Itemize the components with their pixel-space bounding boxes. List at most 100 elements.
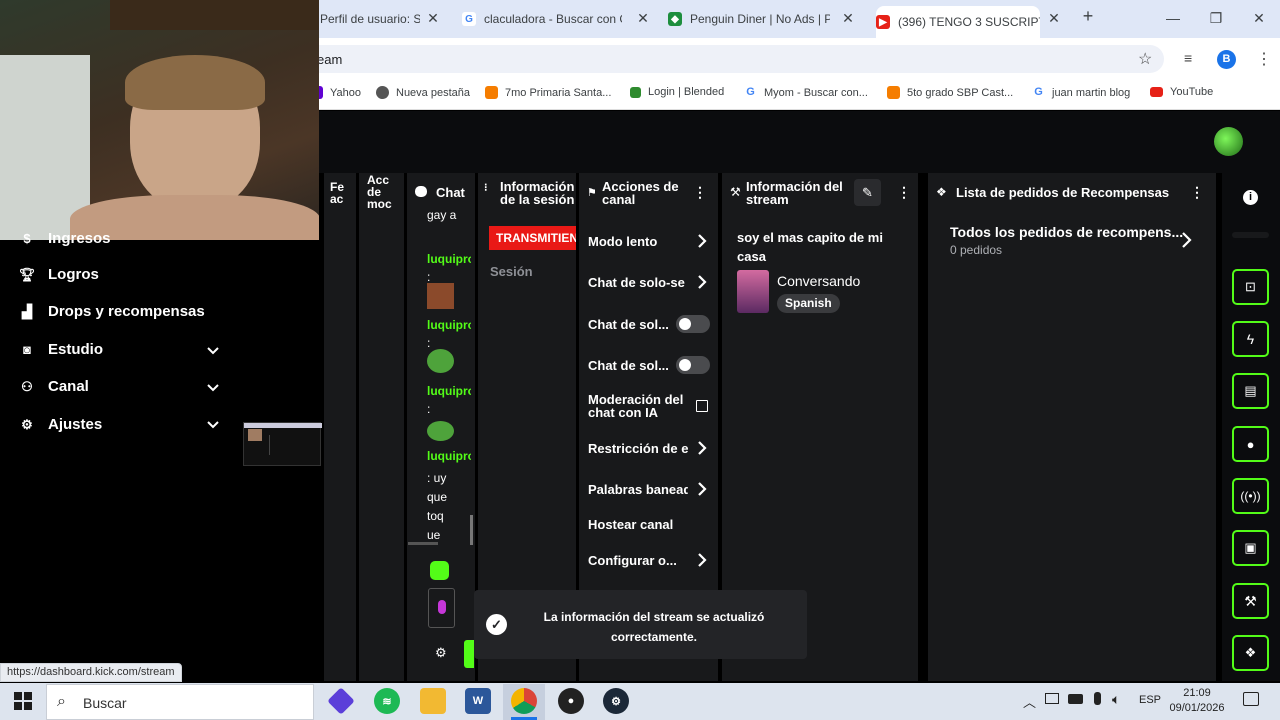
bookmark-new-tab[interactable]: Nueva pestaña [376,86,470,99]
bookmark-yahoo[interactable]: Yahoo [316,86,361,99]
panel-menu-icon[interactable]: ⋮ [1190,184,1204,201]
panel-drag-icon[interactable]: ⁝ [484,182,494,206]
external-link-icon[interactable] [696,400,708,412]
chevron-down-icon[interactable] [206,344,220,358]
tab-google-search[interactable]: G claculadora - Buscar con Go [462,6,622,32]
category-name[interactable]: Conversando [777,273,860,289]
action-configure[interactable]: Configurar o... [588,553,677,568]
tray-mic-icon[interactable] [1094,692,1101,705]
sidebar-item-drops[interactable]: ▟ Drops y recompensas [18,303,205,320]
close-tab-icon[interactable]: ✕ [636,11,650,25]
chevron-right-icon[interactable] [1180,232,1192,248]
tray-chevron-icon[interactable]: ︿ [1023,692,1036,711]
subs-only-toggle[interactable] [676,315,710,333]
taskbar-search-box[interactable]: ⌕ Buscar [46,684,314,720]
bookmark-7mo-primaria[interactable]: 7mo Primaria Santa... [485,86,611,99]
panel-menu-icon[interactable]: ⋮ [693,184,707,201]
rewards-item-title[interactable]: Todos los pedidos de recompens... [950,224,1183,240]
chrome-taskbar-active[interactable] [503,684,545,720]
panel-menu-icon[interactable]: ⋮ [897,184,911,201]
chevron-right-icon[interactable] [696,234,708,248]
chat-username[interactable]: luquipro [427,449,471,463]
close-window-icon[interactable]: ✕ [1252,11,1266,25]
tab-youtube-active[interactable]: ▶ (396) TENGO 3 SUSCRIPTOR [876,6,1040,38]
chevron-down-icon[interactable] [206,418,220,432]
word-icon[interactable]: W [465,688,491,714]
close-tab-icon[interactable]: ✕ [841,11,855,25]
chat-input-box[interactable] [428,588,455,628]
chevron-right-icon[interactable] [696,441,708,455]
panel-collapsed-2[interactable]: Acc de moc [359,173,404,681]
sidebar-item-ingresos[interactable]: $ Ingresos [18,230,110,246]
studio-icon: ◙ [23,342,31,357]
sidebar-item-logros[interactable]: 🏆︎ Logros [18,266,99,283]
rail-notes-button[interactable]: ▤ [1232,373,1269,409]
steam-icon[interactable]: ⚙ [603,688,629,714]
minimize-icon[interactable]: — [1166,11,1180,25]
file-explorer-icon[interactable] [420,688,446,714]
url-text: eam [317,52,343,67]
profile-avatar[interactable]: B [1217,50,1236,69]
action-slow-mode[interactable]: Modo lento [588,234,657,249]
close-tab-icon[interactable]: ✕ [426,11,440,25]
chat-username[interactable]: luquipro [427,252,471,266]
tray-display-icon[interactable] [1045,693,1059,704]
close-tab-icon[interactable]: ✕ [1047,11,1061,25]
bookmark-juan-martin[interactable]: Gjuan martin blog [1032,86,1130,99]
bookmark-blended[interactable]: Login | Blended [630,86,724,98]
star-icon[interactable]: ☆ [1138,49,1152,69]
rail-broadcast-button[interactable]: ((•)) [1232,478,1269,514]
user-avatar[interactable] [1214,127,1243,156]
obs-icon[interactable]: ● [558,688,584,714]
sidebar-item-ajustes[interactable]: ⚙ Ajustes [18,416,102,433]
info-icon[interactable]: i [1243,190,1258,205]
tray-volume-icon[interactable]: 🔈︎ [1112,691,1120,708]
send-button[interactable] [464,640,474,668]
action-ai-moderation[interactable]: Moderación del chat con IA [588,393,692,419]
new-tab-icon[interactable]: + [1081,7,1095,25]
chat-username[interactable]: luquipro [427,384,471,398]
chevron-right-icon[interactable] [696,553,708,567]
rail-layout-button[interactable]: ▣ [1232,530,1269,566]
tab-penguin-diner[interactable]: ◆ Penguin Diner | No Ads | Pla [668,6,830,32]
tray-clock[interactable]: 21:09 09/01/2026 [1168,686,1226,716]
chat-scrollbar[interactable] [470,515,473,545]
chevron-right-icon[interactable] [696,275,708,289]
bookmark-myom[interactable]: G Myom - Buscar con... [744,86,868,99]
gift-icon: ▟ [22,303,32,319]
omnibox[interactable]: eam [300,45,1164,73]
restore-icon[interactable]: ❐ [1209,11,1223,25]
category-thumbnail[interactable] [737,270,769,313]
action-followers-only[interactable]: Chat de solo-se [588,275,690,290]
media-queue-icon[interactable]: ≡ [1184,50,1192,66]
tray-battery-icon[interactable] [1068,694,1083,704]
bookmark-youtube[interactable]: YouTube [1150,86,1213,98]
tray-language[interactable]: ESP [1139,694,1161,706]
chat-username[interactable]: luquipro [427,318,471,332]
action-banned-words[interactable]: Palabras baneadas [588,482,688,497]
wrench-icon: ⚒ [1244,592,1257,609]
chevron-right-icon[interactable] [696,482,708,496]
menu-dots-icon[interactable]: ⋮ [1256,49,1272,69]
action-restriction[interactable]: Restricción de e [588,441,688,456]
chat-settings-icon[interactable]: ⚙ [435,645,447,661]
emote-picker-icon[interactable] [430,561,449,580]
spotify-icon[interactable]: ≋ [374,688,400,714]
sidebar-item-estudio[interactable]: ◙ Estudio [18,341,103,358]
rail-rewards-button[interactable]: ❖ [1232,635,1269,671]
notifications-icon[interactable] [1243,692,1259,706]
chat-hscrollbar[interactable] [408,542,438,545]
edit-icon[interactable]: ✎ [854,179,881,206]
rail-chat-button[interactable]: ● [1232,426,1269,462]
windows-start-icon[interactable] [14,692,32,710]
rail-screenshot-button[interactable]: ⊡ [1232,269,1269,305]
tab-profile[interactable]: Perfil de usuario: Sa [320,6,420,32]
bookmark-5to-grado[interactable]: 5to grado SBP Cast... [887,86,1013,99]
action-host-channel[interactable]: Hostear canal [588,517,673,532]
emotes-only-toggle[interactable] [676,356,710,374]
panel-collapsed-1[interactable]: Fe ac [324,173,356,681]
chevron-down-icon[interactable] [206,381,220,395]
sidebar-item-canal[interactable]: ⚇ Canal [18,378,89,395]
rail-tools-button[interactable]: ⚒ [1232,583,1269,619]
rail-quick-actions-button[interactable]: ϟ [1232,321,1269,357]
